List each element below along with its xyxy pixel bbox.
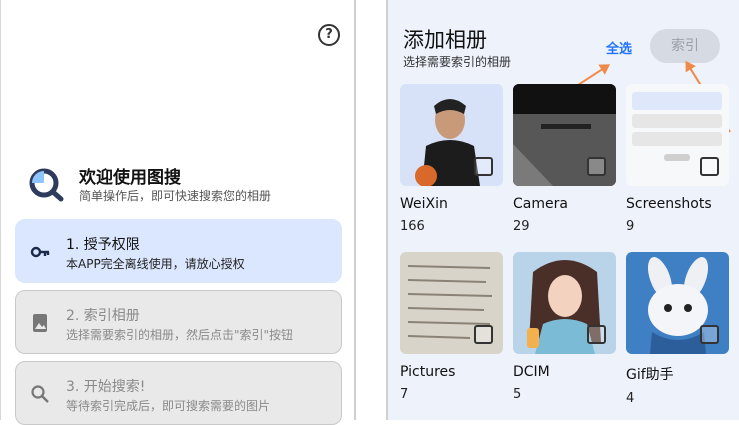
album-name: WeiXin: [400, 196, 448, 212]
album-gif[interactable]: Gif助手 4: [626, 252, 729, 406]
album-pictures[interactable]: Pictures 7: [400, 252, 503, 402]
album-screenshots[interactable]: Screenshots 9: [626, 84, 729, 234]
album-count: 9: [626, 219, 635, 234]
album-count: 5: [513, 387, 522, 402]
album-checkbox[interactable]: [587, 157, 606, 176]
step-start-search[interactable]: 3. 开始搜索! 等待索引完成后，即可搜索需要的图片: [15, 361, 342, 425]
page-title: 添加相册: [403, 28, 487, 52]
album-camera[interactable]: Camera 29: [513, 84, 616, 234]
page-subtitle: 选择需要索引的相册: [403, 55, 512, 69]
album-checkbox[interactable]: [474, 157, 493, 176]
step-title: 3. 开始搜索!: [66, 379, 146, 395]
album-name: Camera: [513, 196, 568, 212]
app-logo-icon: [29, 168, 64, 202]
album-dcim[interactable]: DCIM 5: [513, 252, 616, 402]
album-count: 29: [513, 219, 530, 234]
welcome-screen: ? 欢迎使用图搜 简单操作后，即可快速搜索您的相册 1. 授予权限 本APP完全…: [0, 0, 356, 425]
album-thumbnail: [513, 252, 616, 354]
album-icon: [30, 313, 50, 333]
album-thumbnail: [513, 84, 616, 186]
album-checkbox[interactable]: [587, 325, 606, 344]
album-name: DCIM: [513, 364, 550, 380]
album-checkbox[interactable]: [474, 325, 493, 344]
album-name: Gif助手: [626, 367, 674, 383]
welcome-title: 欢迎使用图搜: [79, 168, 181, 188]
step-desc: 等待索引完成后，即可搜索需要的图片: [66, 399, 271, 413]
album-count: 4: [626, 391, 635, 406]
album-thumbnail: [400, 84, 503, 186]
step-grant-permission[interactable]: 1. 授予权限 本APP完全离线使用，请放心授权: [15, 219, 342, 283]
album-thumbnail: [400, 252, 503, 354]
step-title: 1. 授予权限: [66, 237, 140, 253]
step-desc: 选择需要索引的相册，然后点击"索引"按钮: [66, 328, 294, 342]
key-icon: [30, 242, 50, 262]
welcome-subtitle: 简单操作后，即可快速搜索您的相册: [79, 189, 272, 203]
add-album-screen: 添加相册 选择需要索引的相册 全选 索引 WeiXin 166 Camera 2…: [386, 0, 739, 420]
album-checkbox[interactable]: [700, 325, 719, 344]
help-icon[interactable]: ?: [318, 24, 340, 46]
album-thumbnail: [626, 84, 729, 186]
album-count: 7: [400, 387, 409, 402]
search-icon: [30, 384, 50, 404]
album-weixin[interactable]: WeiXin 166: [400, 84, 503, 234]
step-desc: 本APP完全离线使用，请放心授权: [66, 257, 245, 271]
album-count: 166: [400, 219, 425, 234]
step-index-albums[interactable]: 2. 索引相册 选择需要索引的相册，然后点击"索引"按钮: [15, 290, 342, 354]
select-all-button[interactable]: 全选: [606, 38, 632, 57]
album-checkbox[interactable]: [700, 157, 719, 176]
album-name: Screenshots: [626, 196, 712, 212]
album-thumbnail: [626, 252, 729, 354]
album-name: Pictures: [400, 364, 456, 380]
step-title: 2. 索引相册: [66, 308, 140, 324]
index-button[interactable]: 索引: [650, 29, 720, 63]
